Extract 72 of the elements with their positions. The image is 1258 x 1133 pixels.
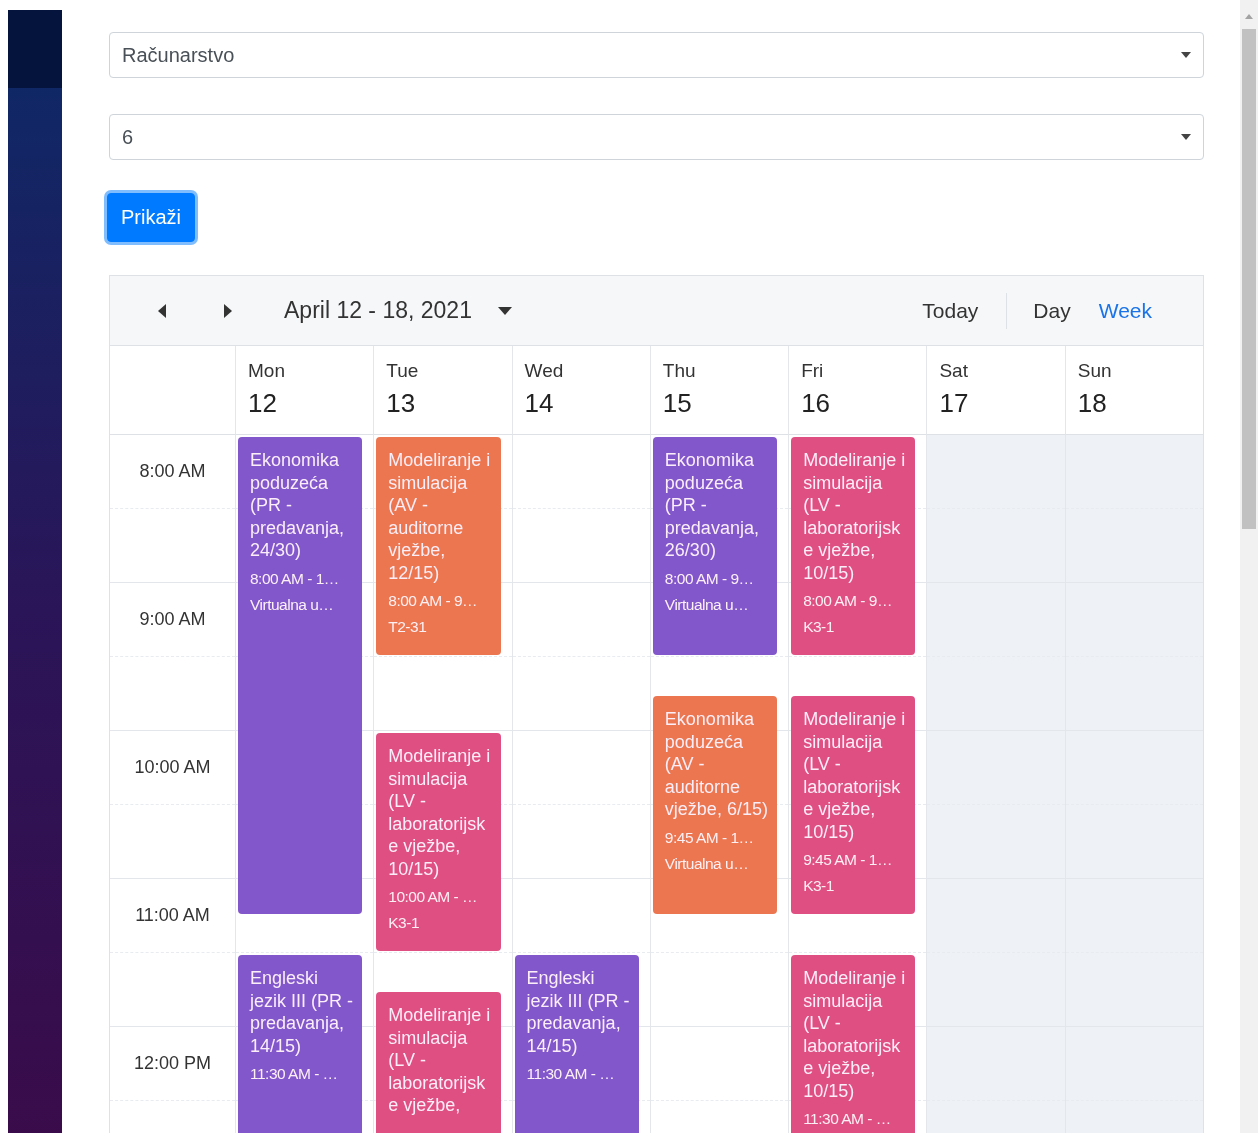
weekday-label: Sat: [939, 360, 969, 382]
scrollbar-thumb[interactable]: [1242, 29, 1256, 529]
event-time: 11:30 AM - …: [803, 1110, 892, 1128]
event-time: 11:30 AM - …: [250, 1065, 339, 1083]
select-field[interactable]: Računarstvo: [109, 32, 1204, 78]
today-button[interactable]: Today: [908, 298, 993, 323]
date-label: 17: [939, 388, 970, 419]
event-title: Modeliranje i simulacija (LV - laboratorijske vježbe, 10/15): [803, 449, 907, 584]
event-title: Modeliranje i simulacija (LV - laboratorijske vježbe,: [388, 1004, 492, 1117]
select-field[interactable]: 6: [109, 114, 1204, 160]
weekday-label: Tue: [386, 360, 420, 382]
event-title: Modeliranje i simulacija (LV - laboratorijske vježbe, 10/15): [803, 967, 907, 1102]
event-time: 8:00 AM - 9…: [664, 569, 755, 588]
date-label: 14: [524, 388, 555, 419]
date-label: 12: [248, 388, 278, 419]
event-card[interactable]: Ekonomika poduzeća (PR - predavanja, 26/30) 8:00 AM - 9… Virtualna u…: [652, 437, 778, 655]
event-title: Ekonomika poduzeća (AV - auditorne vježbe, 6/15): [664, 708, 769, 821]
weekday-label: Thu: [662, 360, 697, 382]
event-location: K3-1: [803, 877, 835, 895]
event-card[interactable]: Modeliranje i simulacija (AV - auditorne vježbe, 12/15) 8:00 AM - 9… T2-31: [376, 437, 501, 655]
show-button[interactable]: Prikaži: [107, 193, 195, 242]
event-time: 8:00 AM - 1…: [250, 569, 340, 588]
view-tab[interactable]: Day: [1019, 298, 1085, 323]
event-location: Virtualna u…: [664, 854, 750, 873]
event-location: Virtualna u…: [664, 595, 750, 614]
event-time: 10:00 AM - …: [388, 888, 479, 906]
event-title: Engleski jezik III (PR - predavanja, 14/15): [526, 967, 631, 1057]
event-time: 9:45 AM - 1…: [664, 828, 755, 847]
view-tab[interactable]: Week: [1084, 298, 1166, 323]
event-card[interactable]: Modeliranje i simulacija (LV - laboratorijske vježbe, 10/15) 11:30 AM - …: [791, 955, 916, 1133]
event-title: Modeliranje i simulacija (LV - laboratorijske vježbe, 10/15): [803, 708, 907, 843]
event-card[interactable]: Ekonomika poduzeća (AV - auditorne vježbe, 6/15) 9:45 AM - 1… Virtualna u…: [652, 696, 778, 914]
time-label: 10:00 AM: [134, 757, 211, 778]
weekday-label: Mon: [248, 360, 286, 382]
event-card[interactable]: Engleski jezik III (PR - predavanja, 14/15) 11:30 AM - …: [238, 955, 363, 1133]
event-location: K3-1: [803, 618, 835, 636]
date-label: 16: [801, 388, 832, 419]
event-card[interactable]: Engleski jezik III (PR - predavanja, 14/15) 11:30 AM - …: [514, 955, 639, 1133]
time-label: 12:00 PM: [133, 1053, 211, 1074]
caret-icon: [1181, 52, 1191, 58]
time-label: 9:00 AM: [139, 609, 206, 630]
event-card[interactable]: Modeliranje i simulacija (LV - laboratorijske vježbe,: [376, 992, 501, 1133]
event-title: Ekonomika poduzeća (PR - predavanja, 24/30): [250, 449, 346, 562]
event-card[interactable]: Modeliranje i simulacija (LV - laboratorijske vježbe, 10/15) 8:00 AM - 9… K3-1: [791, 437, 916, 655]
event-time: 11:30 AM - …: [526, 1065, 616, 1083]
event-card[interactable]: Modeliranje i simulacija (LV - laboratorijske vježbe, 10/15) 9:45 AM - 1… K3-1: [791, 696, 916, 914]
next-icon[interactable]: [224, 303, 232, 318]
weekday-label: Fri: [801, 360, 825, 382]
weekday-label: Wed: [524, 360, 565, 382]
date-range[interactable]: April 12 - 18, 2021: [284, 297, 472, 324]
event-title: Modeliranje i simulacija (AV - auditorne vježbe, 12/15): [388, 449, 492, 584]
event-time: 8:00 AM - 9…: [803, 592, 893, 610]
event-title: Modeliranje i simulacija (LV - laboratorijske vježbe, 10/15): [388, 745, 492, 880]
event-title: Engleski jezik III (PR - predavanja, 14/15): [250, 967, 354, 1057]
event-time: 8:00 AM - 9…: [388, 592, 479, 610]
weekday-label: Sun: [1077, 360, 1113, 382]
event-card[interactable]: Ekonomika poduzeća (PR - predavanja, 24/30) 8:00 AM - 1… Virtualna u…: [238, 437, 363, 914]
caret-icon: [1181, 134, 1191, 140]
time-label: 8:00 AM: [139, 461, 206, 482]
date-label: 15: [662, 388, 693, 419]
event-card[interactable]: Modeliranje i simulacija (LV - laboratorijske vježbe, 10/15) 10:00 AM - … K3-1: [376, 733, 501, 951]
caret-icon[interactable]: [497, 306, 512, 315]
event-title: Ekonomika poduzeća (PR - predavanja, 26/30): [664, 449, 760, 562]
previous-icon[interactable]: [158, 303, 166, 318]
date-label: 18: [1077, 388, 1108, 419]
scrollbar[interactable]: [1240, 0, 1258, 1133]
event-location: T2-31: [388, 618, 428, 636]
date-label: 13: [386, 388, 417, 419]
event-location: Virtualna u…: [250, 595, 335, 614]
event-time: 9:45 AM - 1…: [803, 851, 893, 869]
event-location: K3-1: [388, 914, 421, 932]
time-label: 11:00 AM: [135, 905, 210, 926]
